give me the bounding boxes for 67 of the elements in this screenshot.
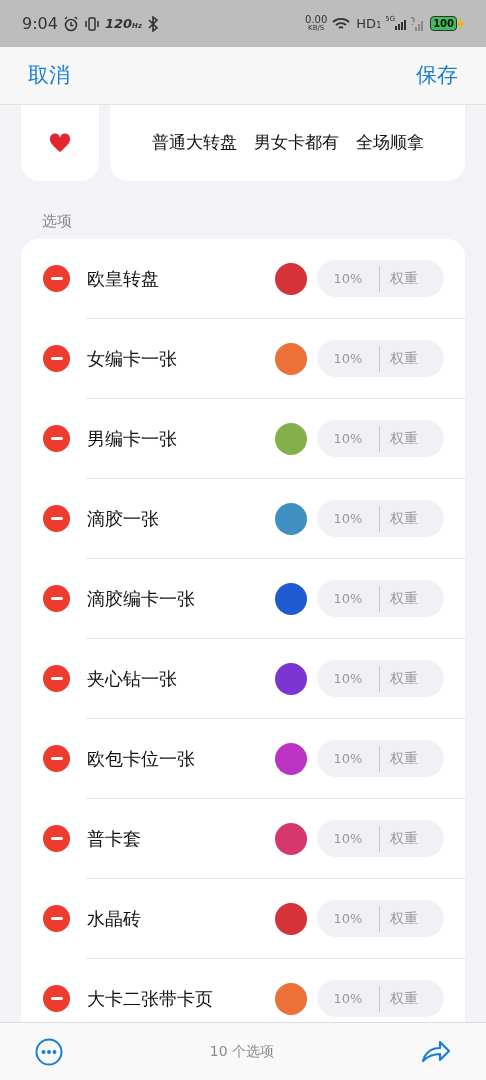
remove-button[interactable]	[43, 265, 70, 292]
option-name: 普卡套	[87, 827, 142, 851]
remove-button[interactable]	[43, 585, 70, 612]
title-field[interactable]: 普通大转盘 男女卡都有 全场顺拿	[110, 105, 465, 181]
status-time: 9:04	[22, 12, 58, 35]
weight-input[interactable]: 权重	[380, 748, 440, 769]
weight-field[interactable]: 10% 权重	[317, 580, 444, 617]
alarm-icon	[62, 15, 79, 32]
battery-indicator: 100	[430, 16, 457, 31]
percent-label: 10%	[332, 829, 364, 848]
weight-input[interactable]: 权重	[380, 908, 440, 929]
percent-label: 10%	[332, 589, 364, 608]
network-type: HD1	[356, 14, 382, 33]
weight-field[interactable]: 10% 权重	[317, 340, 444, 377]
option-count: 10 个选项	[209, 1042, 275, 1061]
weight-field[interactable]: 10% 权重	[317, 420, 444, 457]
cancel-button[interactable]: 取消	[28, 59, 70, 92]
percent-label: 10%	[332, 989, 364, 1008]
weight-input[interactable]: 权重	[380, 508, 440, 529]
remove-button[interactable]	[43, 505, 70, 532]
bluetooth-icon	[147, 15, 159, 32]
weight-field[interactable]: 10% 权重	[317, 260, 444, 297]
weight-input[interactable]: 权重	[380, 828, 440, 849]
option-name: 水晶砖	[87, 907, 142, 931]
remove-button[interactable]	[43, 745, 70, 772]
weight-field[interactable]: 10% 权重	[317, 500, 444, 537]
wifi-icon	[332, 16, 351, 31]
weight-input[interactable]: 权重	[380, 668, 440, 689]
option-name: 大卡二张带卡页	[87, 987, 214, 1011]
percent-label: 10%	[332, 749, 364, 768]
weight-field[interactable]: 10% 权重	[317, 820, 444, 857]
option-name: 夹心钻一张	[87, 667, 178, 691]
weight-input[interactable]: 权重	[380, 988, 440, 1009]
option-name: 女编卡一张	[87, 347, 178, 371]
option-name: 欧包卡位一张	[87, 747, 196, 771]
percent-label: 10%	[332, 349, 364, 368]
remove-button[interactable]	[43, 665, 70, 692]
save-button[interactable]: 保存	[416, 59, 458, 92]
remove-button[interactable]	[43, 345, 70, 372]
percent-label: 10%	[332, 429, 364, 448]
more-icon[interactable]	[35, 1037, 63, 1066]
vibrate-icon	[83, 15, 100, 32]
option-name: 滴胶编卡一张	[87, 587, 196, 611]
weight-field[interactable]: 10% 权重	[317, 900, 444, 937]
section-label: 选项	[42, 211, 73, 232]
remove-button[interactable]	[43, 425, 70, 452]
percent-label: 10%	[332, 509, 364, 528]
percent-label: 10%	[332, 909, 364, 928]
signal-icon	[395, 17, 408, 30]
weight-input[interactable]: 权重	[380, 348, 440, 369]
remove-button[interactable]	[43, 825, 70, 852]
weight-input[interactable]: 权重	[380, 268, 440, 289]
remove-button[interactable]	[43, 905, 70, 932]
remove-button[interactable]	[43, 985, 70, 1012]
weight-field[interactable]: 10% 权重	[317, 660, 444, 697]
weight-field[interactable]: 10% 权重	[317, 980, 444, 1017]
percent-label: 10%	[332, 269, 364, 288]
option-name: 男编卡一张	[87, 427, 178, 451]
percent-label: 10%	[332, 669, 364, 688]
emoji-field[interactable]	[21, 105, 99, 181]
heart-icon	[49, 133, 71, 153]
option-name: 滴胶一张	[87, 507, 160, 531]
weight-field[interactable]: 10% 权重	[317, 740, 444, 777]
share-icon[interactable]	[421, 1038, 451, 1065]
weight-input[interactable]: 权重	[380, 428, 440, 449]
weight-input[interactable]: 权重	[380, 588, 440, 609]
option-name: 欧皇转盘	[87, 267, 160, 291]
